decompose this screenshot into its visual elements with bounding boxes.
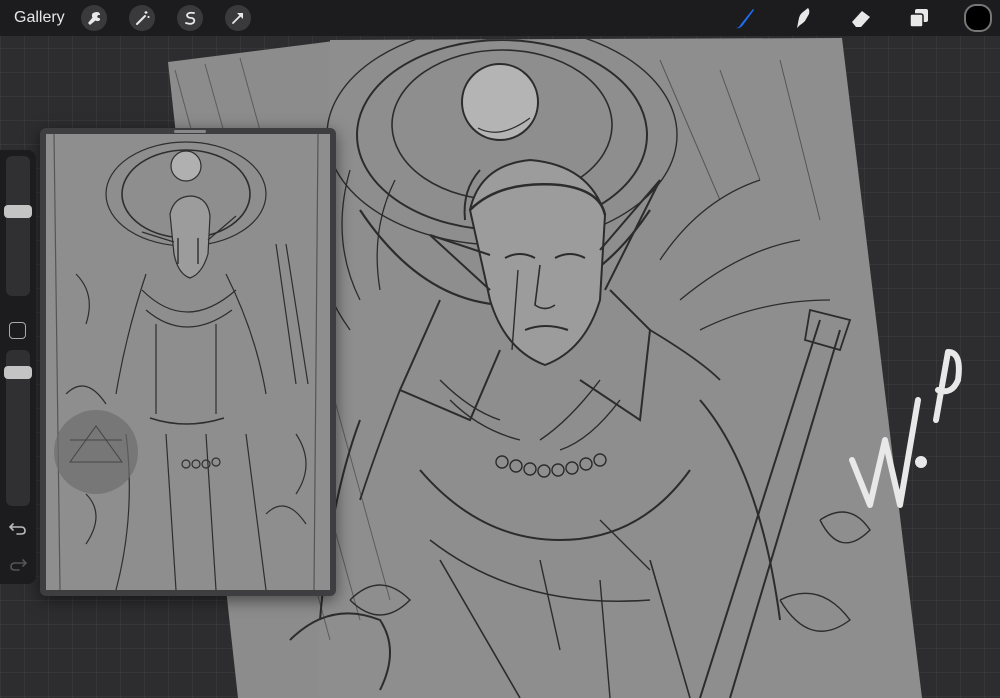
brush-icon[interactable] [732, 5, 758, 31]
eraser-icon[interactable] [848, 5, 874, 31]
opacity-thumb[interactable] [4, 366, 32, 379]
modify-button[interactable] [9, 322, 26, 339]
color-picker-swatch[interactable] [964, 4, 992, 32]
gallery-button[interactable]: Gallery [14, 9, 65, 27]
reference-image [46, 134, 330, 590]
brush-size-slider[interactable] [6, 156, 30, 296]
undo-icon[interactable] [9, 520, 27, 536]
reference-drag-handle[interactable] [174, 130, 206, 133]
wrench-icon[interactable] [80, 5, 107, 31]
layers-icon[interactable] [906, 5, 932, 31]
selection-icon[interactable] [176, 5, 203, 31]
brush-size-thumb[interactable] [4, 205, 32, 218]
reference-window[interactable] [40, 128, 336, 596]
top-toolbar: Gallery [0, 0, 1000, 36]
redo-icon[interactable] [9, 556, 27, 572]
right-toolbar [732, 0, 1000, 36]
transform-arrow-icon[interactable] [224, 5, 251, 31]
sidebar [0, 150, 36, 584]
magic-wand-icon[interactable] [128, 5, 155, 31]
smudge-icon[interactable] [790, 5, 816, 31]
